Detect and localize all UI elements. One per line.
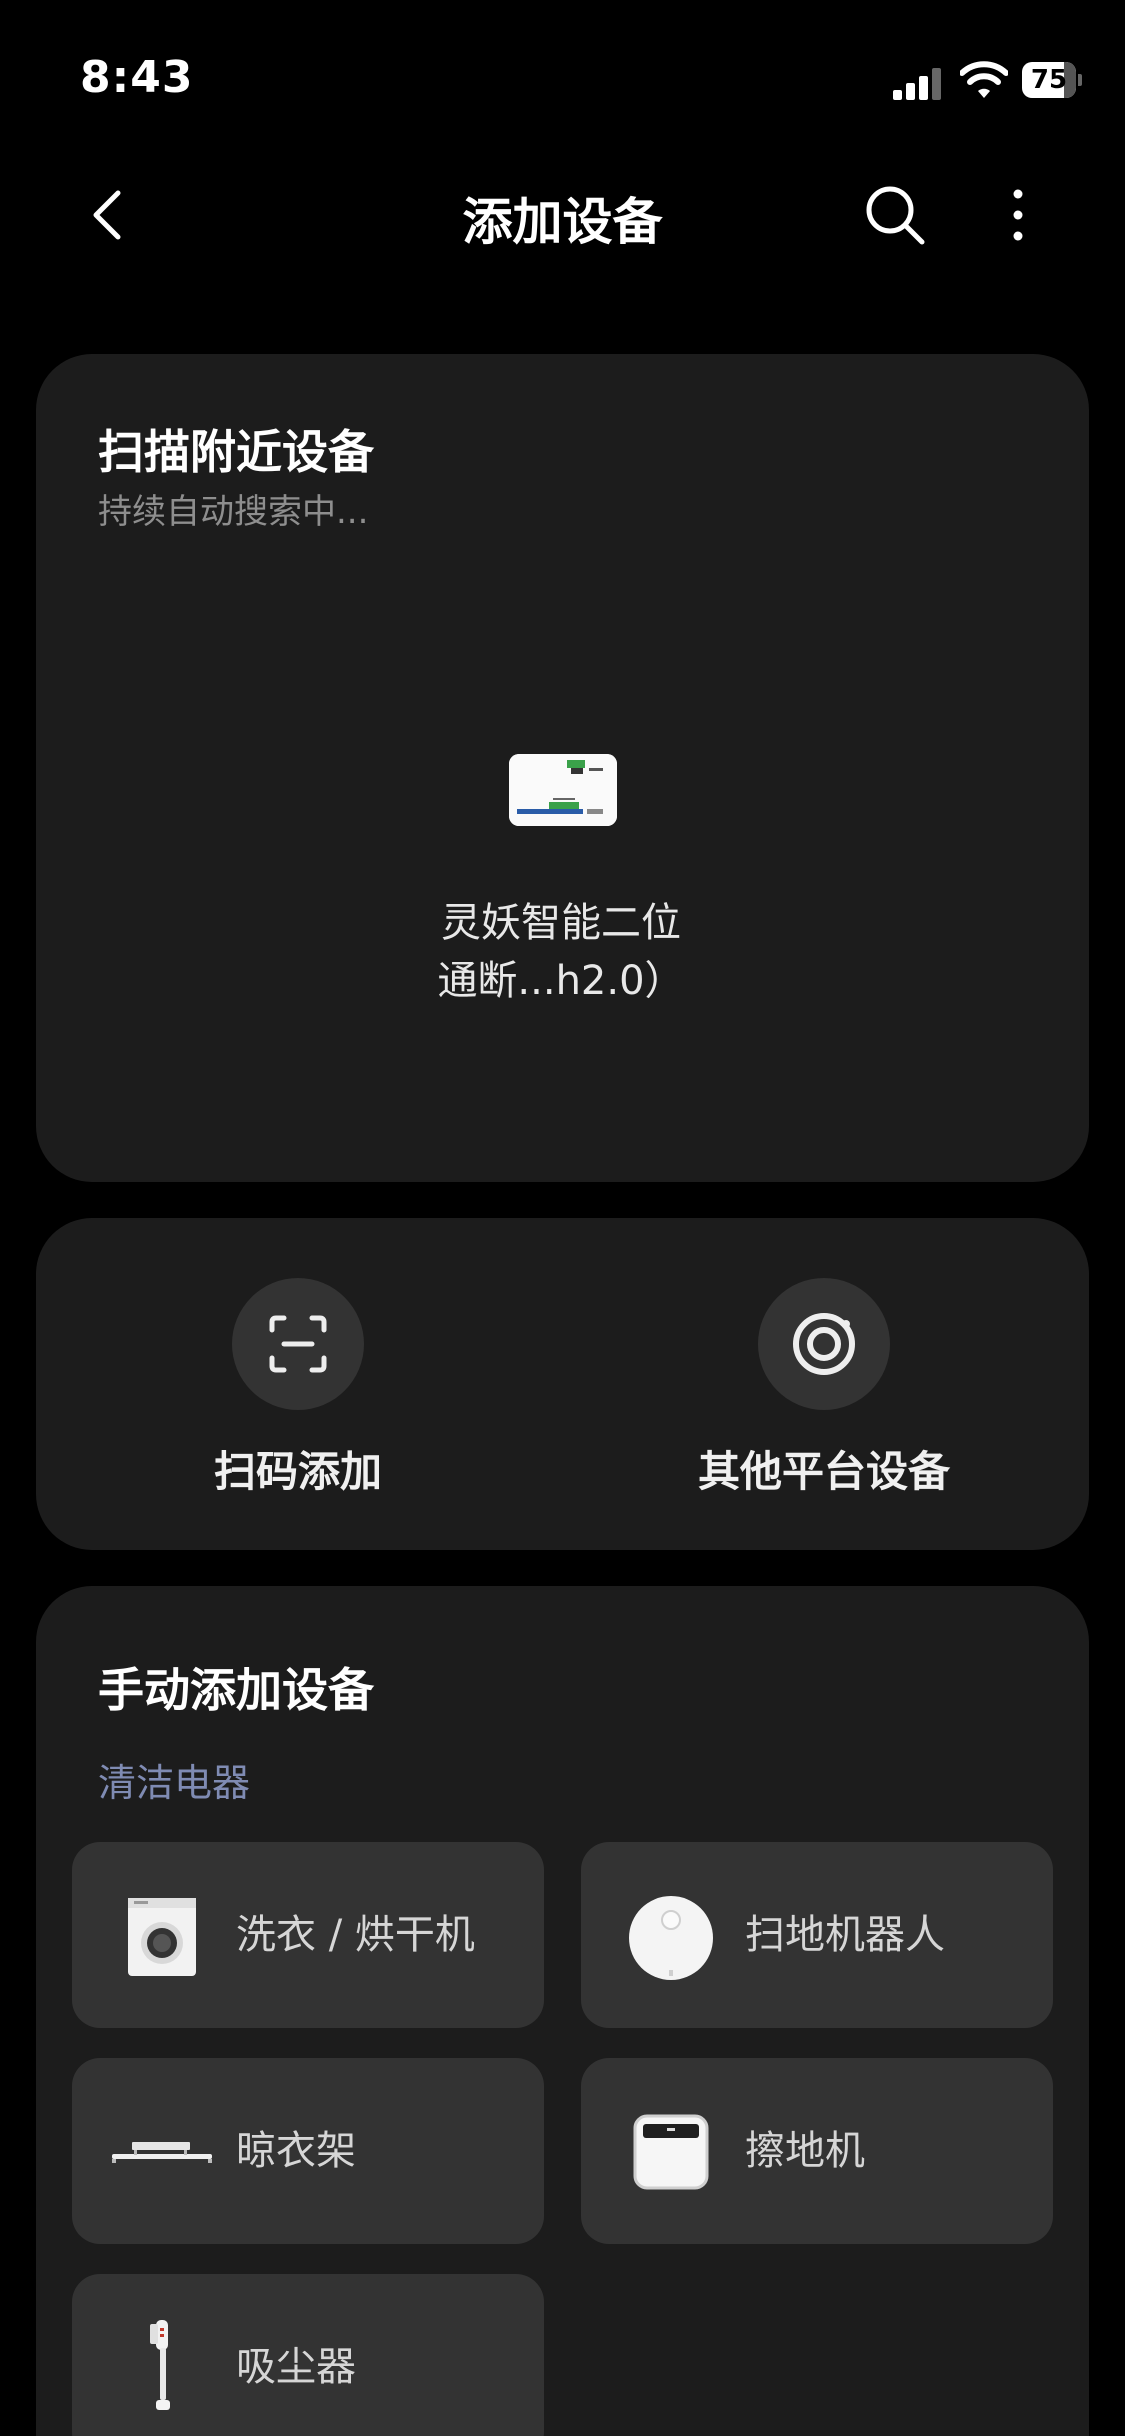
other-platform-label: 其他平台设备 <box>697 1447 950 1496</box>
search-icon[interactable] <box>862 182 928 248</box>
battery-percentage: 75 <box>1030 65 1068 95</box>
device-tile-clothes-rack[interactable]: 晾衣架 <box>72 2058 544 2244</box>
switch-module-icon <box>509 754 617 826</box>
floor-washer-icon <box>633 2114 709 2190</box>
wifi-icon <box>960 61 1008 98</box>
washing-machine-icon <box>128 1898 196 1976</box>
scan-code-icon <box>232 1278 364 1410</box>
device-tile-vacuum-cleaner[interactable]: 吸尘器 <box>72 2274 544 2436</box>
other-platform-button[interactable]: 其他平台设备 <box>644 1278 1004 1508</box>
found-device-name-line1: 灵妖智能二位 <box>441 900 681 946</box>
status-time: 8:43 <box>80 52 194 103</box>
device-tile-robot-vacuum[interactable]: 扫地机器人 <box>581 1842 1053 2028</box>
other-platform-icon <box>758 1278 890 1410</box>
status-bar: 8:43 75 <box>0 0 1125 150</box>
found-device[interactable]: 灵妖智能二位 通断...h2.0） <box>401 754 721 1014</box>
scan-status: 持续自动搜索中... <box>98 492 369 532</box>
tile-label: 扫地机器人 <box>745 1912 945 1958</box>
page-title: 添加设备 <box>462 193 663 251</box>
more-vertical-icon[interactable] <box>1000 182 1036 248</box>
tile-label: 晾衣架 <box>236 2128 356 2174</box>
quick-actions-card: 扫码添加 其他平台设备 <box>36 1218 1089 1550</box>
tile-label: 吸尘器 <box>236 2344 356 2390</box>
vacuum-cleaner-icon <box>150 2320 170 2410</box>
scan-code-label: 扫码添加 <box>213 1447 382 1496</box>
scan-nearby-card: 扫描附近设备 持续自动搜索中... 灵妖智能二位 通断...h2.0） <box>36 354 1089 1182</box>
tile-label: 洗衣 / 烘干机 <box>236 1912 475 1958</box>
signal-icon <box>893 68 941 100</box>
battery-icon: 75 <box>1022 62 1082 98</box>
manual-add-card: 手动添加设备 清洁电器 洗衣 / 烘干机 扫地机器人 晾衣架 擦地机 吸尘器 <box>36 1586 1089 2436</box>
manual-add-title: 手动添加设备 <box>98 1663 374 1717</box>
scan-code-button[interactable]: 扫码添加 <box>118 1278 478 1508</box>
category-label: 清洁电器 <box>98 1761 251 1805</box>
found-device-name: 灵妖智能二位 通断...h2.0） <box>401 894 721 1010</box>
clothes-rack-icon <box>112 2142 212 2163</box>
device-tile-washer-dryer[interactable]: 洗衣 / 烘干机 <box>72 1842 544 2028</box>
scan-title: 扫描附近设备 <box>98 425 374 479</box>
found-device-name-line2: 通断...h2.0） <box>437 958 685 1004</box>
robot-vacuum-icon <box>629 1896 713 1980</box>
tile-label: 擦地机 <box>745 2128 865 2174</box>
device-tile-floor-washer[interactable]: 擦地机 <box>581 2058 1053 2244</box>
navigation-bar: 添加设备 <box>0 160 1125 270</box>
add-device-screen: 8:43 75 添加设备 扫描附近设备 持续自动搜索中... 灵妖智能二位 通断… <box>0 0 1125 2436</box>
